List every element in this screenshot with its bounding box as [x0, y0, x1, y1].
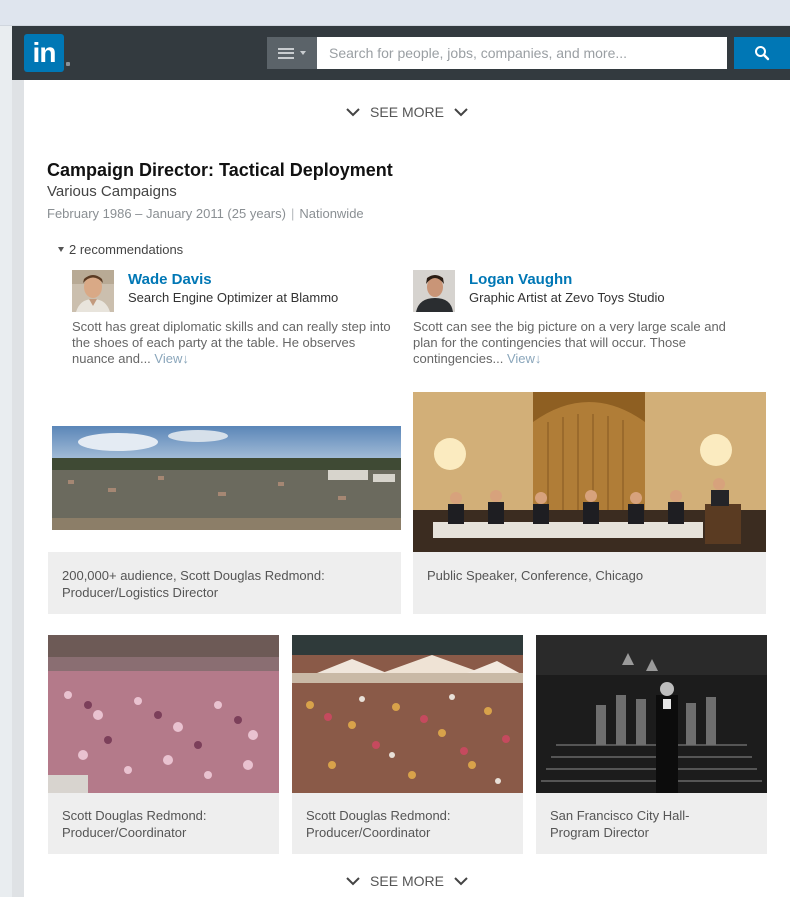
search-input[interactable] [317, 37, 727, 69]
search-icon [755, 46, 770, 61]
caret-down-icon [300, 51, 306, 55]
crowd-photo-icon [52, 426, 401, 530]
recommendation-item: Logan Vaughn Graphic Artist at Zevo Toys… [413, 270, 743, 370]
festival-photo-icon [292, 635, 523, 793]
conference-photo-icon [413, 392, 766, 552]
arrow-down-icon: ↓ [534, 351, 542, 366]
media-thumbnail [48, 392, 401, 552]
see-more-label: SEE MORE [370, 873, 444, 889]
left-rail [12, 80, 24, 897]
media-thumbnail [48, 635, 279, 793]
see-more-top-button[interactable]: SEE MORE [24, 104, 790, 120]
person-photo-icon [413, 270, 455, 312]
recommendation-quote: Scott has great diplomatic skills and ca… [72, 319, 392, 367]
recommender-role: Graphic Artist at Zevo Toys Studio [469, 290, 665, 305]
menu-dropdown-button[interactable] [267, 37, 317, 69]
media-item[interactable]: Public Speaker, Conference, Chicago [413, 392, 766, 614]
recommender-name[interactable]: Logan Vaughn [469, 271, 572, 288]
media-item[interactable]: 200,000+ audience, Scott Douglas Redmond… [48, 392, 401, 614]
top-navbar: in [12, 26, 790, 80]
person-photo-icon [72, 270, 114, 312]
chevron-down-icon [346, 876, 360, 885]
quote-text: Scott has great diplomatic skills and ca… [72, 319, 391, 366]
quote-text: Scott can see the big picture on a very … [413, 319, 726, 366]
recommendations-toggle-label: 2 recommendations [69, 242, 184, 257]
media-thumbnail [292, 635, 523, 793]
recommender-name[interactable]: Wade Davis [128, 271, 212, 288]
recommendation-item: Wade Davis Search Engine Optimizer at Bl… [72, 270, 402, 370]
view-more-link[interactable]: View↓ [507, 351, 541, 366]
recommender-role: Search Engine Optimizer at Blammo [128, 290, 339, 305]
position-dates: February 1986 – January 2011 (25 years) [47, 206, 286, 221]
avatar[interactable] [413, 270, 455, 312]
position-organization: Various Campaigns [47, 183, 177, 200]
media-caption: Public Speaker, Conference, Chicago [427, 568, 644, 583]
recommendation-quote: Scott can see the big picture on a very … [413, 319, 733, 367]
chevron-down-icon [346, 107, 360, 116]
avatar[interactable] [72, 270, 114, 312]
chevron-down-icon [454, 107, 468, 116]
media-caption: Scott Douglas Redmond: Producer/Coordina… [306, 808, 451, 840]
media-item[interactable]: San Francisco City Hall- Program Directo… [536, 635, 767, 854]
triangle-down-icon [58, 247, 64, 252]
media-caption: San Francisco City Hall- Program Directo… [550, 808, 690, 840]
see-more-label: SEE MORE [370, 104, 444, 120]
hamburger-icon [278, 47, 294, 59]
media-caption: 200,000+ audience, Scott Douglas Redmond… [62, 568, 325, 600]
logo-dot-icon [66, 62, 70, 66]
experience-section: SEE MORE Campaign Director: Tactical Dep… [24, 80, 790, 897]
recommendations-toggle[interactable]: 2 recommendations [58, 242, 183, 257]
media-thumbnail [536, 635, 767, 793]
media-caption: Scott Douglas Redmond: Producer/Coordina… [62, 808, 207, 840]
search-button[interactable] [734, 37, 790, 69]
media-item[interactable]: Scott Douglas Redmond: Producer/Coordina… [292, 635, 523, 854]
position-title[interactable]: Campaign Director: Tactical Deployment [47, 160, 393, 181]
crowd-photo-icon [48, 635, 279, 793]
view-more-link[interactable]: View↓ [154, 351, 188, 366]
media-thumbnail [413, 392, 766, 552]
position-meta: February 1986 – January 2011 (25 years) |… [47, 206, 364, 221]
chevron-down-icon [454, 876, 468, 885]
meta-separator: | [290, 206, 295, 221]
position-location: Nationwide [299, 206, 364, 221]
city-hall-photo-icon [536, 635, 767, 793]
arrow-down-icon: ↓ [182, 351, 189, 366]
see-more-bottom-button[interactable]: SEE MORE [24, 873, 790, 889]
linkedin-logo[interactable]: in [24, 34, 64, 72]
browser-top-strip [0, 0, 790, 26]
media-item[interactable]: Scott Douglas Redmond: Producer/Coordina… [48, 635, 279, 854]
